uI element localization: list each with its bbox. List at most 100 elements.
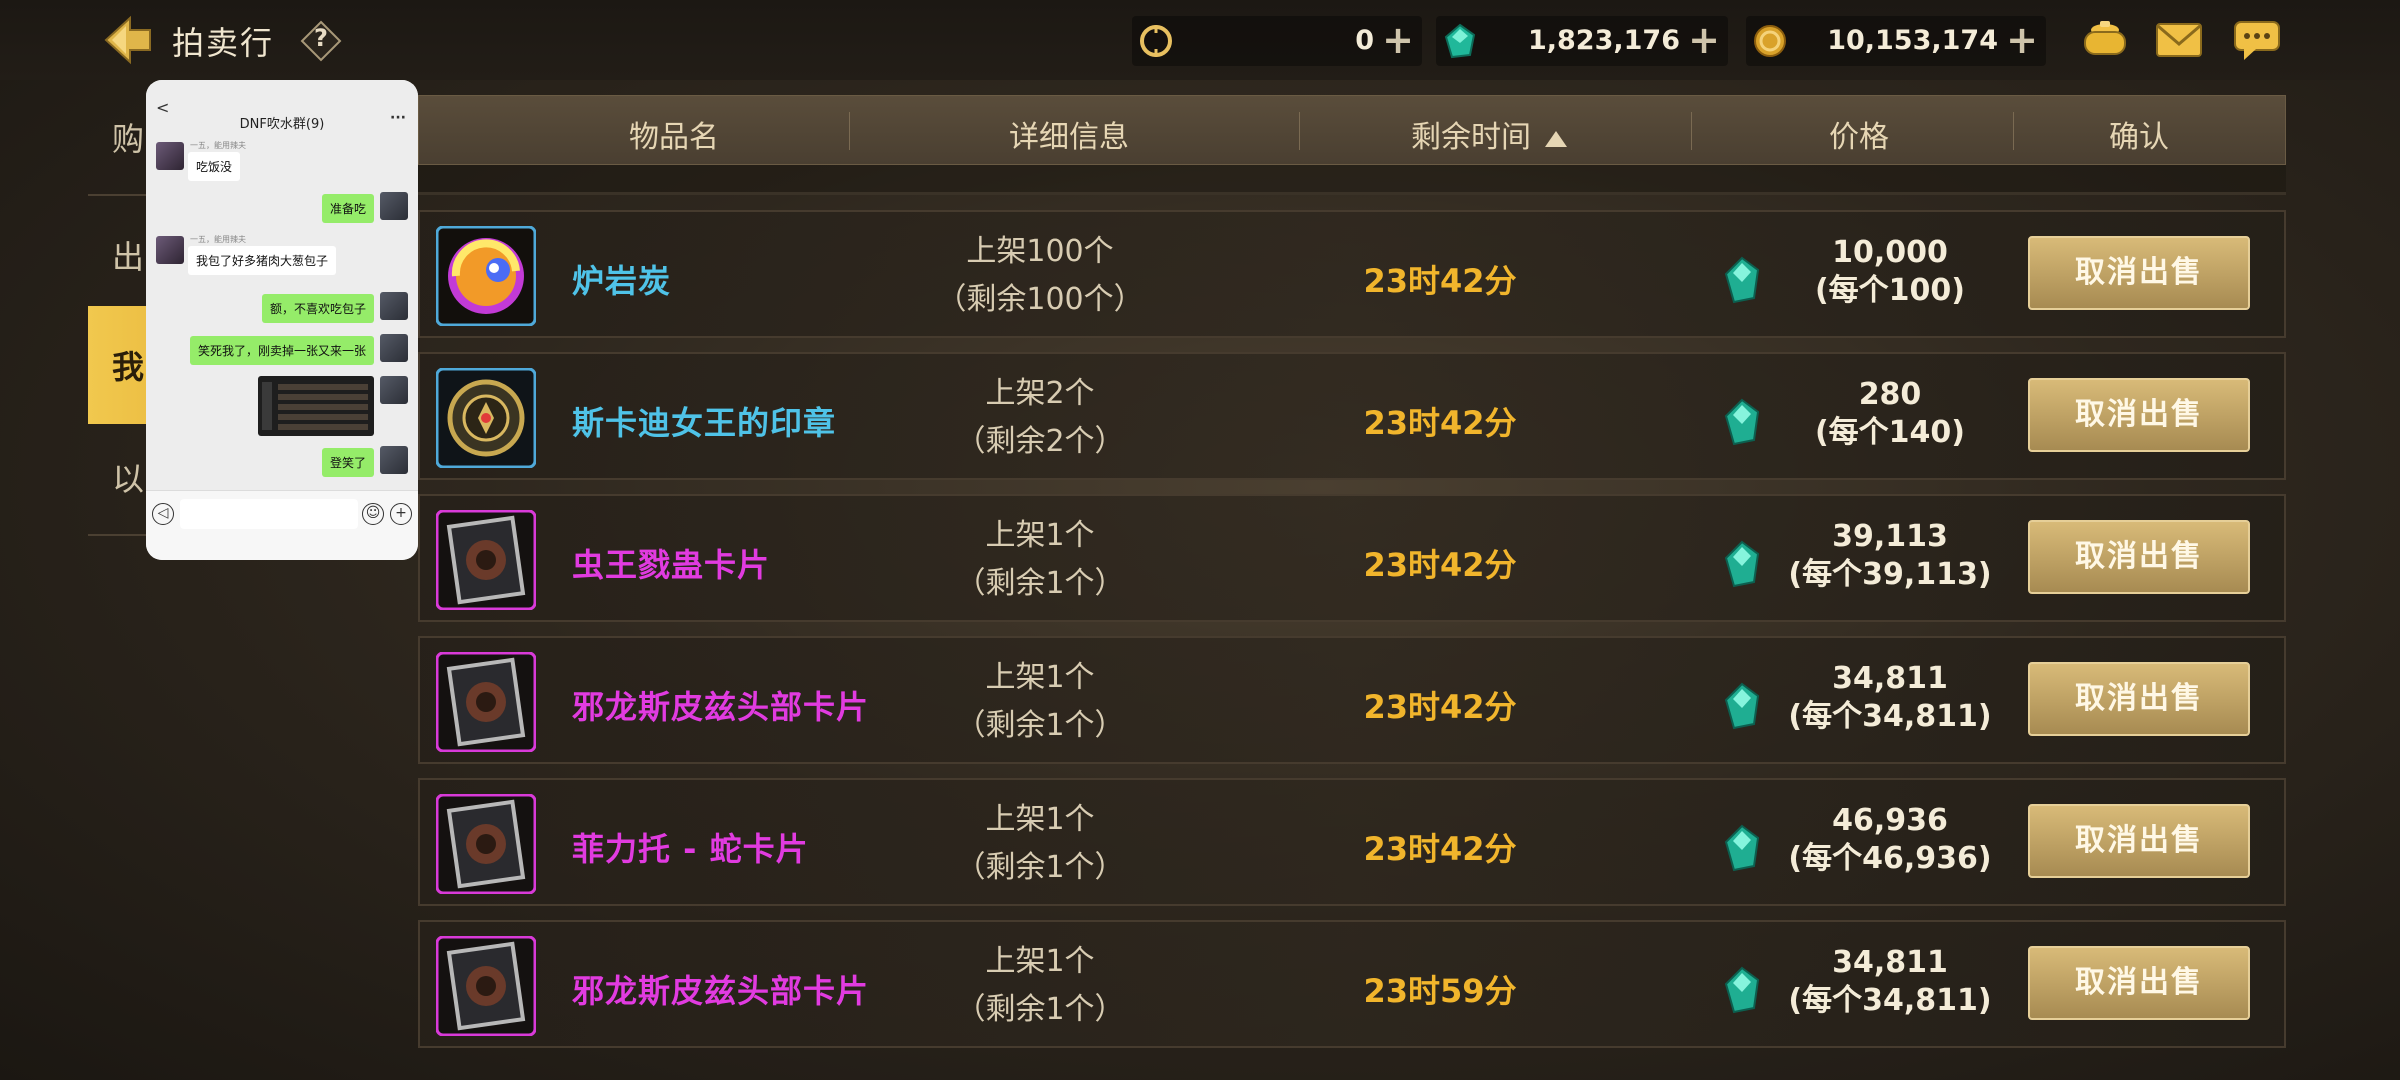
- gold-value: 10,153,174: [1827, 25, 1998, 56]
- item-detail: 上架100个 （剩余100个）: [910, 228, 1170, 324]
- table-row: 邪龙斯皮兹头部卡片 上架1个 （剩余1个） 23时59分 34,811 (每个3…: [418, 920, 2286, 1048]
- avatar[interactable]: [156, 236, 184, 264]
- col-divider: [2013, 112, 2014, 150]
- price: 34,811 (每个34,811): [1750, 660, 2030, 736]
- remaining-time: 23时42分: [1363, 262, 1517, 300]
- total-price: 39,113: [1832, 519, 1948, 554]
- chat-header: < DNF吹水群(9) ···: [146, 80, 418, 136]
- add-gem-button[interactable]: +: [1688, 18, 1720, 62]
- help-icon: ?: [314, 24, 328, 52]
- mail-icon[interactable]: [2154, 18, 2204, 62]
- table-header: 物品名 详细信息 剩余时间 价格 确认: [418, 95, 2286, 165]
- voice-icon[interactable]: ◁: [152, 503, 174, 525]
- card-icon[interactable]: [435, 509, 537, 611]
- sender-name: 一五，能用辣夫: [190, 235, 246, 244]
- cancel-sale-button[interactable]: 取消出售: [2028, 946, 2250, 1020]
- item-name: 炉岩炭: [572, 262, 672, 300]
- col-remaining-time[interactable]: 剩余时间: [1339, 112, 1639, 156]
- total-price: 46,936: [1832, 803, 1948, 838]
- listed-count: 上架1个: [985, 944, 1095, 979]
- item-detail: 上架1个 （剩余1个）: [910, 796, 1170, 892]
- page-title: 拍卖行: [172, 24, 275, 62]
- remaining-time: 23时59分: [1363, 972, 1517, 1010]
- price: 10,000 (每个100): [1750, 234, 2030, 310]
- unit-price: (每个34,811): [1788, 983, 1992, 1018]
- price: 46,936 (每个46,936): [1750, 802, 2030, 878]
- col-remaining-time-label: 剩余时间: [1411, 120, 1531, 155]
- chat-overlay-window[interactable]: < DNF吹水群(9) ··· 一五，能用辣夫 吃饭没 准备吃 一五，能用辣夫 …: [146, 80, 418, 560]
- price: 280 (每个140): [1750, 376, 2030, 452]
- listed-count: 上架1个: [985, 802, 1095, 837]
- screenshot-thumbnail[interactable]: [258, 376, 374, 436]
- cancel-sale-button[interactable]: 取消出售: [2028, 236, 2250, 310]
- price: 39,113 (每个39,113): [1750, 518, 2030, 594]
- avatar[interactable]: [380, 446, 408, 474]
- gem-value: 1,823,176: [1527, 25, 1680, 56]
- help-button[interactable]: ?: [300, 20, 342, 62]
- listed-count: 上架1个: [985, 518, 1095, 553]
- total-price: 10,000: [1832, 235, 1948, 270]
- chat-back-icon[interactable]: <: [156, 98, 169, 117]
- add-c-coin-button[interactable]: +: [1382, 18, 1414, 62]
- unit-price: (每个100): [1814, 273, 1966, 308]
- chat-bubble-icon[interactable]: [2232, 18, 2282, 62]
- pot-icon[interactable]: [2080, 18, 2130, 62]
- tab-my-listings-label: 我: [112, 348, 145, 386]
- col-divider: [849, 112, 850, 150]
- sender-name: 一五，能用辣夫: [190, 141, 246, 150]
- unit-price: (每个46,936): [1788, 841, 1992, 876]
- emoji-icon[interactable]: ☺: [362, 503, 384, 525]
- c-coin-balance: 0 +: [1132, 16, 1422, 66]
- more-icon[interactable]: ···: [390, 110, 406, 126]
- chat-message: 笑死我了，刚卖掉一张又来一张: [189, 336, 374, 365]
- add-icon[interactable]: +: [390, 503, 412, 525]
- table-row: 斯卡迪女王的印章 上架2个 （剩余2个） 23时42分 280 (每个140) …: [418, 352, 2286, 480]
- cancel-sale-button[interactable]: 取消出售: [2028, 804, 2250, 878]
- card-icon[interactable]: [435, 935, 537, 1037]
- price: 34,811 (每个34,811): [1750, 944, 2030, 1020]
- remaining-time: 23时42分: [1363, 404, 1517, 442]
- total-price: 34,811: [1832, 945, 1948, 980]
- chat-message: 准备吃: [321, 194, 374, 223]
- avatar[interactable]: [156, 142, 184, 170]
- item-name: 邪龙斯皮兹头部卡片: [572, 972, 870, 1010]
- remaining-count: （剩余1个）: [955, 992, 1125, 1027]
- item-detail: 上架1个 （剩余1个）: [910, 654, 1170, 750]
- chat-message: 额，不喜欢吃包子: [261, 294, 374, 323]
- avatar[interactable]: [380, 192, 408, 220]
- avatar[interactable]: [380, 292, 408, 320]
- green-gem-icon: [1444, 23, 1476, 59]
- col-divider: [1299, 112, 1300, 150]
- seal-icon[interactable]: [435, 367, 537, 469]
- avatar[interactable]: [380, 376, 408, 404]
- avatar[interactable]: [380, 334, 408, 362]
- col-item-name[interactable]: 物品名: [559, 112, 789, 156]
- chat-input[interactable]: [180, 499, 358, 529]
- card-icon[interactable]: [435, 651, 537, 753]
- table-row-partial: [418, 165, 2286, 195]
- table-row: 虫王戮蛊卡片 上架1个 （剩余1个） 23时42分 39,113 (每个39,1…: [418, 494, 2286, 622]
- total-price: 280: [1858, 377, 1922, 412]
- col-price[interactable]: 价格: [1759, 112, 1959, 156]
- item-name: 斯卡迪女王的印章: [572, 404, 837, 442]
- cancel-sale-button[interactable]: 取消出售: [2028, 662, 2250, 736]
- item-name: 邪龙斯皮兹头部卡片: [572, 688, 870, 726]
- add-gold-button[interactable]: +: [2006, 18, 2038, 62]
- lava-orb-icon[interactable]: [435, 225, 537, 327]
- c-coin-value: 0: [1355, 25, 1374, 56]
- chat-input-bar: ◁ ☺ +: [146, 490, 418, 560]
- table-row: 菲力托 - 蛇卡片 上架1个 （剩余1个） 23时42分 46,936 (每个4…: [418, 778, 2286, 906]
- card-icon[interactable]: [435, 793, 537, 895]
- tab-buy-label: 购: [112, 120, 145, 158]
- back-arrow-icon[interactable]: [100, 12, 156, 68]
- remaining-count: （剩余1个）: [955, 708, 1125, 743]
- col-detail[interactable]: 详细信息: [939, 112, 1199, 156]
- cancel-sale-button[interactable]: 取消出售: [2028, 378, 2250, 452]
- cancel-sale-button[interactable]: 取消出售: [2028, 520, 2250, 594]
- item-detail: 上架1个 （剩余1个）: [910, 938, 1170, 1034]
- unit-price: (每个39,113): [1788, 557, 1992, 592]
- remaining-count: （剩余2个）: [955, 424, 1125, 459]
- gold-balance: 10,153,174 +: [1746, 16, 2046, 66]
- table-row: 邪龙斯皮兹头部卡片 上架1个 （剩余1个） 23时42分 34,811 (每个3…: [418, 636, 2286, 764]
- remaining-count: （剩余1个）: [955, 566, 1125, 601]
